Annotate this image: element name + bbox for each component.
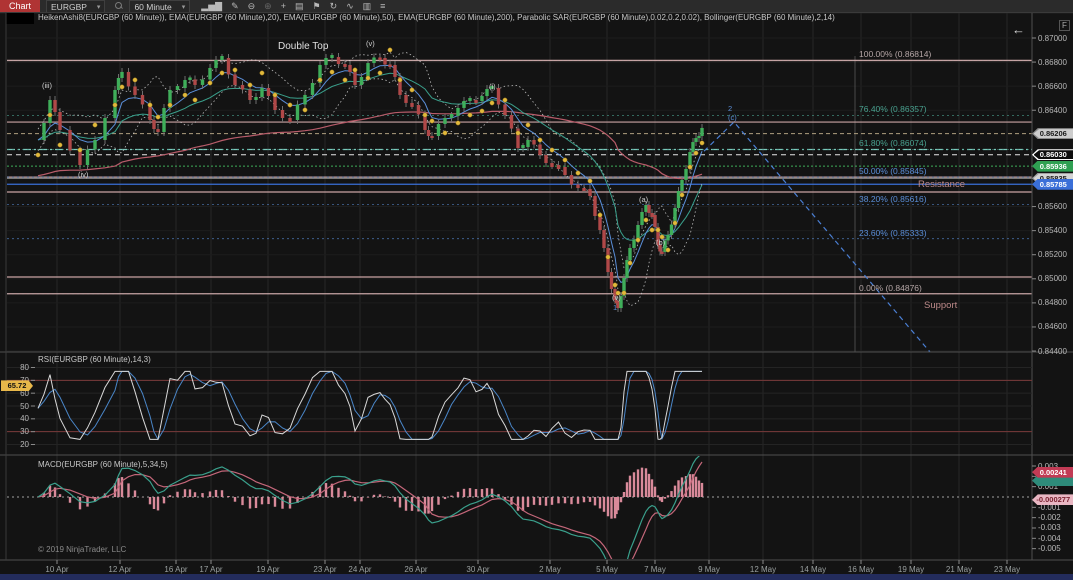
rsi-series: [7, 368, 1032, 445]
chart-canvas[interactable]: [0, 0, 1073, 580]
chart-window: Chart EURGBP ▾ 60 Minute ▾ ▂▅▇✎⊖⊕+▤⚑↻∿▥≡…: [0, 0, 1073, 580]
price-series: [36, 48, 704, 312]
back-arrow-button[interactable]: ←: [1012, 22, 1025, 37]
projection-line: [704, 122, 930, 352]
price-lines: [7, 60, 1032, 293]
gridlines: [7, 13, 1032, 560]
macd-series: [7, 453, 1032, 580]
taskbar-strip: [0, 574, 1073, 580]
axis-f-button[interactable]: F: [1059, 20, 1070, 31]
